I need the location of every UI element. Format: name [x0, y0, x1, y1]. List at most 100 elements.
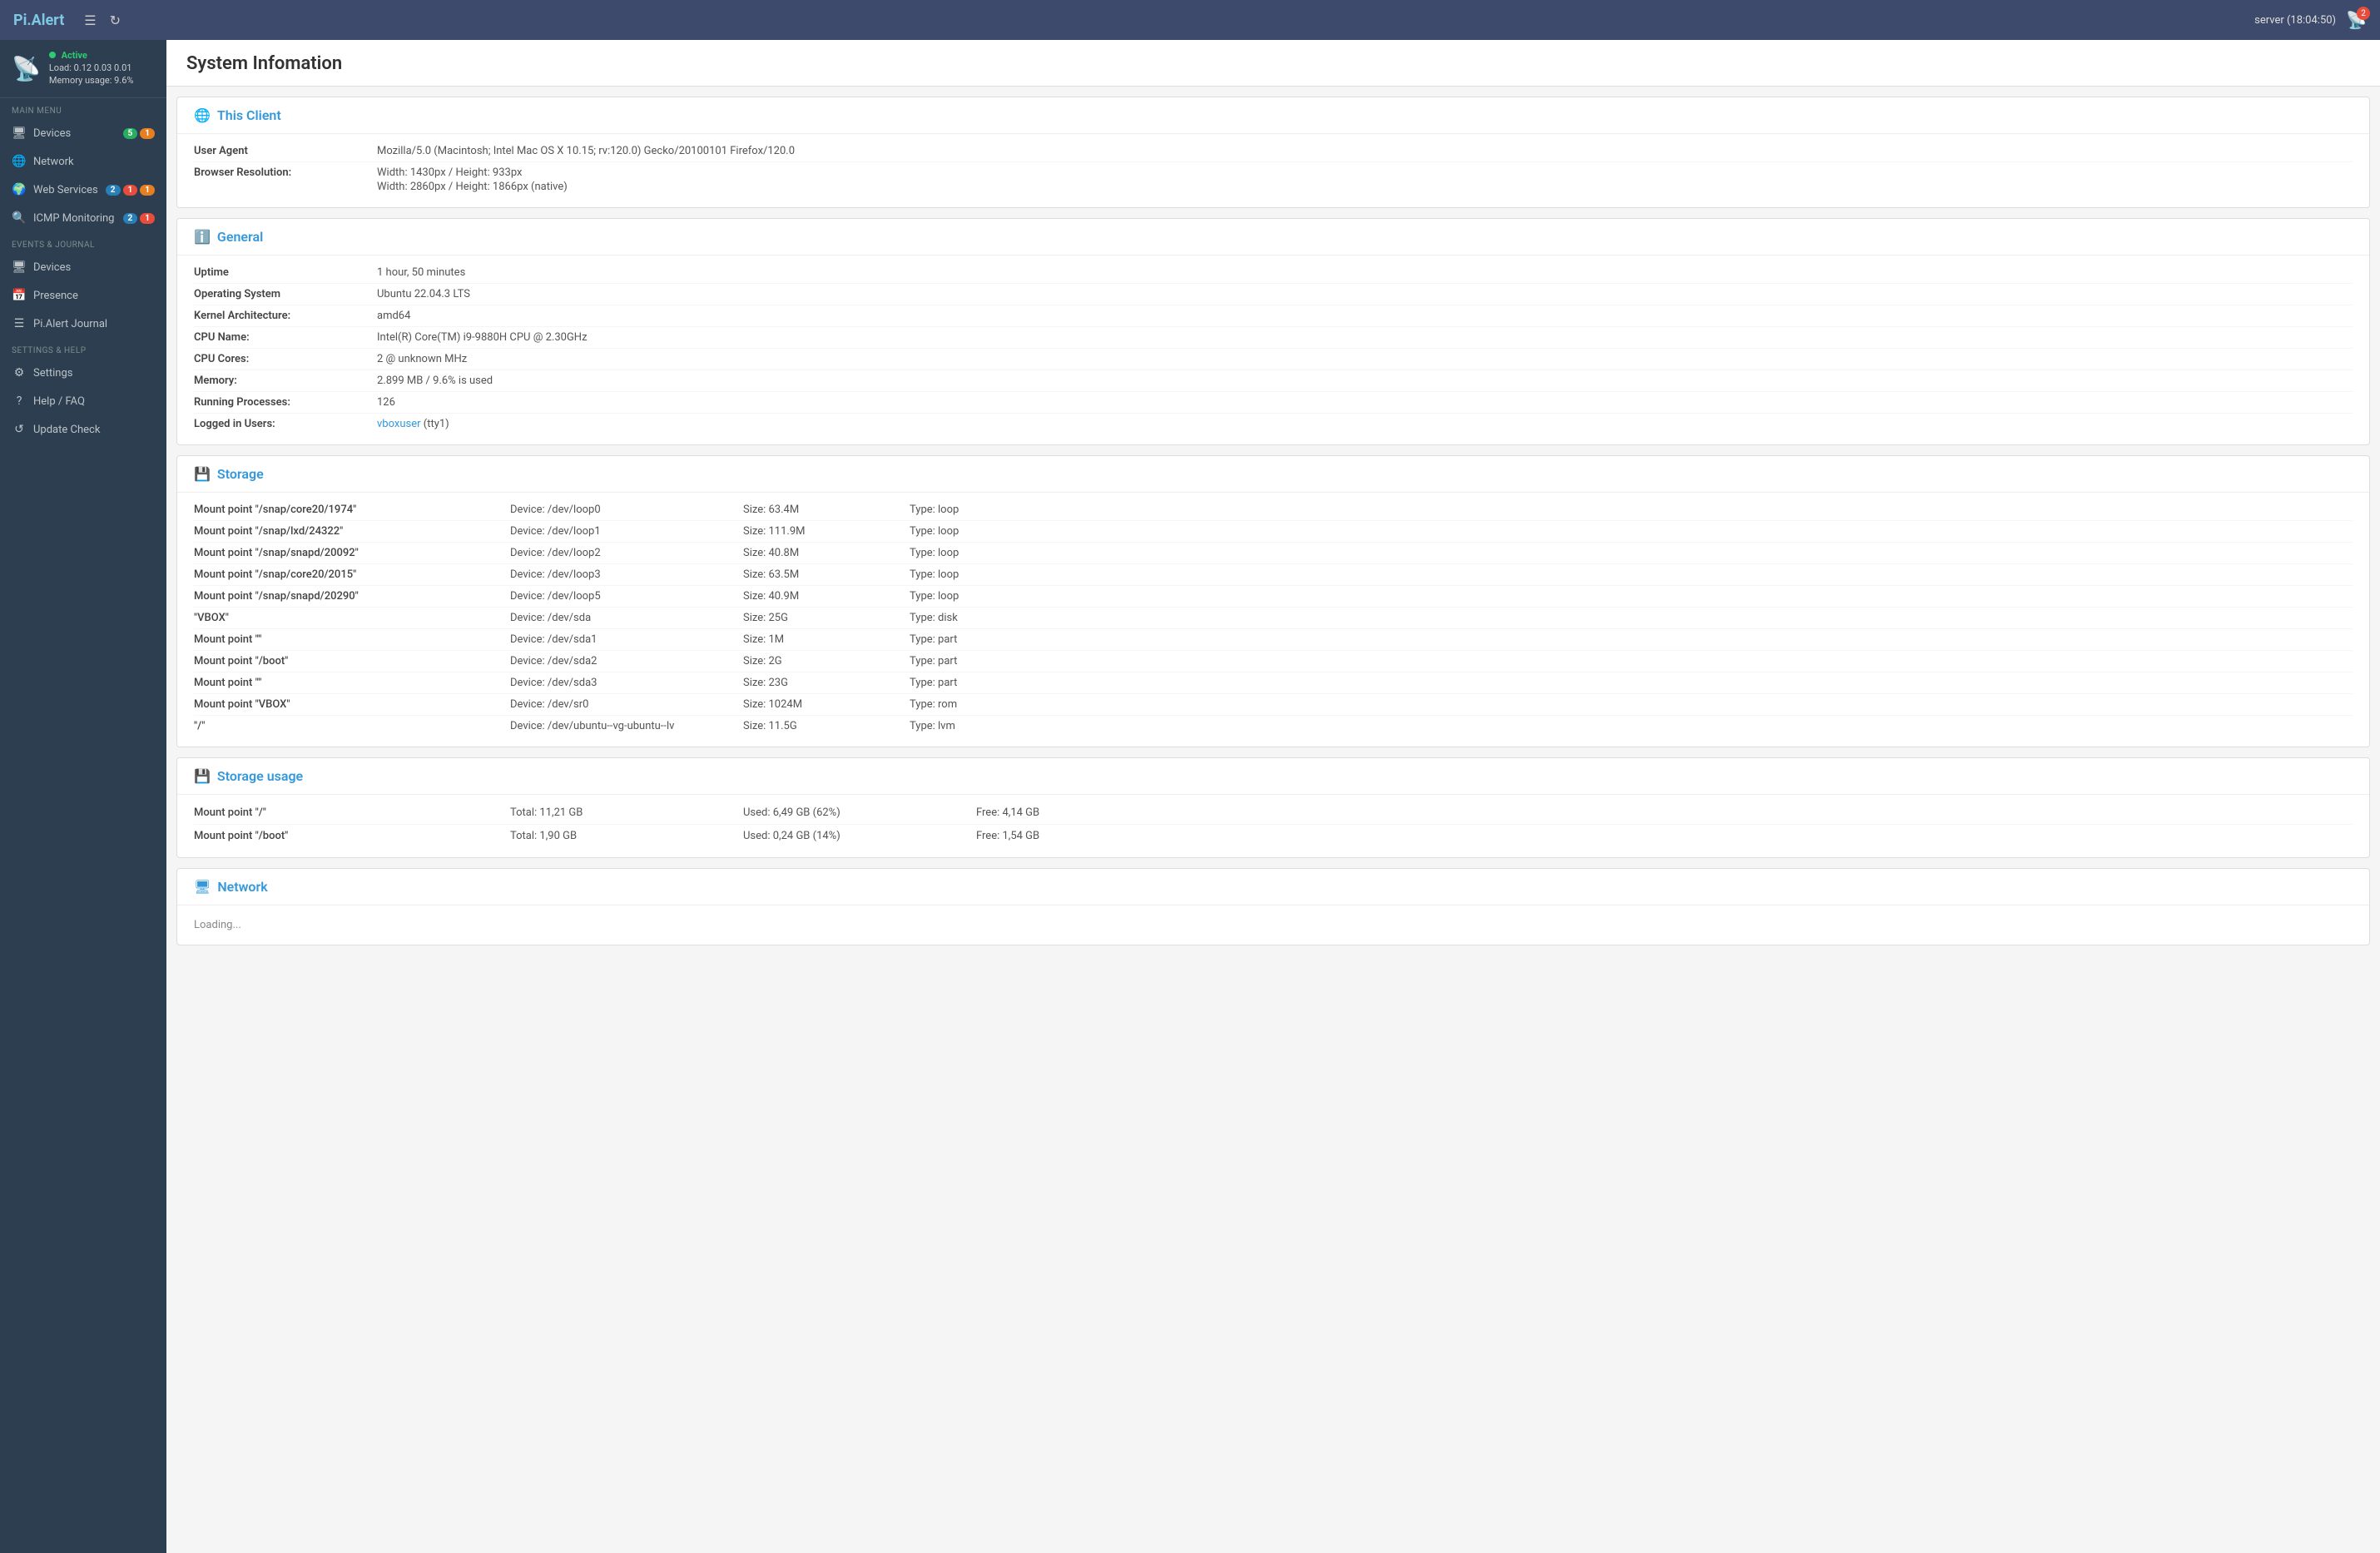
- storage-device: Device: /dev/loop1: [510, 525, 743, 538]
- sidebar-item-ev-devices[interactable]: 🖥 Devices: [0, 253, 166, 281]
- browser-res-row: Browser Resolution: Width: 1430px / Heig…: [194, 162, 2353, 197]
- icmp-badges: 2 1: [123, 213, 156, 224]
- cpu-name-value: Intel(R) Core(TM) i9-9880H CPU @ 2.30GHz: [377, 331, 588, 344]
- memory-row: Memory: 2.899 MB / 9.6% is used: [194, 370, 2353, 392]
- sidebar-label-devices: Devices: [33, 127, 117, 140]
- storage-device: Device: /dev/sda1: [510, 633, 743, 646]
- processes-label: Running Processes:: [194, 396, 377, 409]
- storage-row: "/" Device: /dev/ubuntu--vg-ubuntu--lv S…: [194, 716, 2353, 737]
- storage-size: Size: 111.9M: [743, 525, 910, 538]
- presence-icon: 📅: [12, 289, 27, 302]
- storage-device: Device: /dev/loop2: [510, 547, 743, 559]
- sidebar-item-presence[interactable]: 📅 Presence: [0, 281, 166, 310]
- storage-mount: Mount point "VBOX": [194, 698, 510, 711]
- processes-value: 126: [377, 396, 395, 409]
- storage-usage-row: Mount point "/boot" Total: 1,90 GB Used:…: [194, 825, 2353, 847]
- cpu-name-row: CPU Name: Intel(R) Core(TM) i9-9880H CPU…: [194, 327, 2353, 349]
- antenna-icon: 📡 2: [2346, 10, 2367, 30]
- storage-usage-row: Mount point "/" Total: 11,21 GB Used: 6,…: [194, 801, 2353, 825]
- storage-mount: "/": [194, 720, 510, 732]
- network-placeholder: Loading...: [177, 906, 2369, 945]
- badge-ws-r1: 1: [123, 185, 138, 196]
- storage-mount: Mount point "/snap/lxd/24322": [194, 525, 510, 538]
- storage-title: Storage: [217, 466, 264, 482]
- brand-prefix: Pi: [13, 12, 27, 29]
- os-value: Ubuntu 22.04.3 LTS: [377, 288, 470, 300]
- this-client-header: 🌐 This Client: [177, 97, 2369, 134]
- web-services-badges: 2 1 1: [106, 185, 155, 196]
- storage-row: Mount point "/snap/snapd/20092" Device: …: [194, 543, 2353, 564]
- user-agent-label: User Agent: [194, 145, 377, 157]
- sidebar-item-web-services[interactable]: 🌍 Web Services 2 1 1: [0, 176, 166, 204]
- refresh-icon[interactable]: ↻: [110, 12, 121, 28]
- general-header: ℹ️ General: [177, 219, 2369, 256]
- vboxuser-link[interactable]: vboxuser: [377, 418, 421, 430]
- cpu-cores-label: CPU Cores:: [194, 353, 377, 365]
- antenna-badge: 2: [2357, 7, 2370, 20]
- badge-devices-1: 1: [140, 128, 155, 139]
- storage-row: Mount point "/snap/core20/1974" Device: …: [194, 499, 2353, 521]
- brand-suffix: .Alert: [27, 12, 64, 29]
- status-icon: 📡: [12, 55, 41, 82]
- sidebar-label-settings: Settings: [33, 367, 155, 380]
- network-title: Network: [217, 879, 267, 895]
- navbar-right: server (18:04:50) 📡 2: [2254, 10, 2367, 30]
- network-section-icon: 🖥: [194, 879, 211, 895]
- sidebar-item-settings[interactable]: ⚙ Settings: [0, 359, 166, 387]
- general-icon: ℹ️: [194, 229, 211, 245]
- sidebar-item-update[interactable]: ↺ Update Check: [0, 415, 166, 444]
- usage-total: Total: 1,90 GB: [510, 830, 743, 842]
- ev-devices-icon: 🖥: [12, 260, 27, 274]
- browser-res-value: Width: 1430px / Height: 933px Width: 286…: [377, 166, 568, 193]
- sidebar-item-network[interactable]: 🌐 Network: [0, 147, 166, 176]
- storage-size: Size: 11.5G: [743, 720, 910, 732]
- storage-usage-title: Storage usage: [217, 768, 303, 784]
- sidebar-item-pialert-journal[interactable]: ☰ Pi.Alert Journal: [0, 310, 166, 338]
- devices-icon: 🖥: [12, 127, 27, 140]
- sidebar-label-update: Update Check: [33, 424, 155, 436]
- server-info: server (18:04:50): [2254, 14, 2336, 27]
- storage-type: Type: loop: [910, 590, 1076, 603]
- sidebar-label-presence: Presence: [33, 290, 155, 302]
- network-header: 🖥 Network: [177, 869, 2369, 906]
- navbar: Pi.Alert ☰ ↻ server (18:04:50) 📡 2: [0, 0, 2380, 40]
- sidebar-item-devices[interactable]: 🖥 Devices 5 1: [0, 119, 166, 147]
- sidebar-status: 📡 Active Load: 0.12 0.03 0.01 Memory usa…: [0, 40, 166, 98]
- storage-type: Type: disk: [910, 612, 1076, 624]
- main-content: System Infomation 🌐 This Client User Age…: [166, 40, 2380, 1553]
- storage-usage-table: Mount point "/" Total: 11,21 GB Used: 6,…: [177, 795, 2369, 857]
- events-label: EVENTS & JOURNAL: [0, 232, 166, 253]
- storage-size: Size: 40.8M: [743, 547, 910, 559]
- logged-in-value: vboxuser (tty1): [377, 418, 449, 430]
- usage-free: Free: 4,14 GB: [976, 806, 1143, 819]
- storage-mount: Mount point "/boot": [194, 655, 510, 667]
- kernel-row: Kernel Architecture: amd64: [194, 305, 2353, 327]
- storage-mount: Mount point "/snap/core20/2015": [194, 568, 510, 581]
- sidebar-label-help: Help / FAQ: [33, 395, 155, 408]
- storage-mount: Mount point "": [194, 677, 510, 689]
- storage-usage-icon: 💾: [194, 768, 211, 784]
- sidebar-label-web-services: Web Services: [33, 184, 99, 196]
- kernel-label: Kernel Architecture:: [194, 310, 377, 322]
- storage-row: Mount point "/snap/snapd/20290" Device: …: [194, 586, 2353, 608]
- main-menu-label: MAIN MENU: [0, 98, 166, 119]
- storage-size: Size: 1M: [743, 633, 910, 646]
- storage-type: Type: loop: [910, 504, 1076, 516]
- this-client-icon: 🌐: [194, 107, 211, 123]
- storage-row: Mount point "/snap/lxd/24322" Device: /d…: [194, 521, 2353, 543]
- storage-type: Type: lvm: [910, 720, 1076, 732]
- badge-devices-5: 5: [123, 128, 138, 139]
- user-agent-value: Mozilla/5.0 (Macintosh; Intel Mac OS X 1…: [377, 145, 795, 157]
- browser-res-line1: Width: 1430px / Height: 933px: [377, 166, 568, 179]
- sidebar-item-help[interactable]: ? Help / FAQ: [0, 387, 166, 415]
- uptime-label: Uptime: [194, 266, 377, 279]
- menu-icon[interactable]: ☰: [84, 12, 96, 28]
- storage-size: Size: 63.5M: [743, 568, 910, 581]
- memory-value: 2.899 MB / 9.6% is used: [377, 375, 493, 387]
- usage-used: Used: 0,24 GB (14%): [743, 830, 976, 842]
- this-client-card: 🌐 This Client User Agent Mozilla/5.0 (Ma…: [176, 97, 2370, 208]
- status-lines: Active Load: 0.12 0.03 0.01 Memory usage…: [49, 50, 134, 87]
- sidebar-item-icmp[interactable]: 🔍 ICMP Monitoring 2 1: [0, 204, 166, 232]
- storage-card: 💾 Storage Mount point "/snap/core20/1974…: [176, 455, 2370, 747]
- storage-type: Type: loop: [910, 525, 1076, 538]
